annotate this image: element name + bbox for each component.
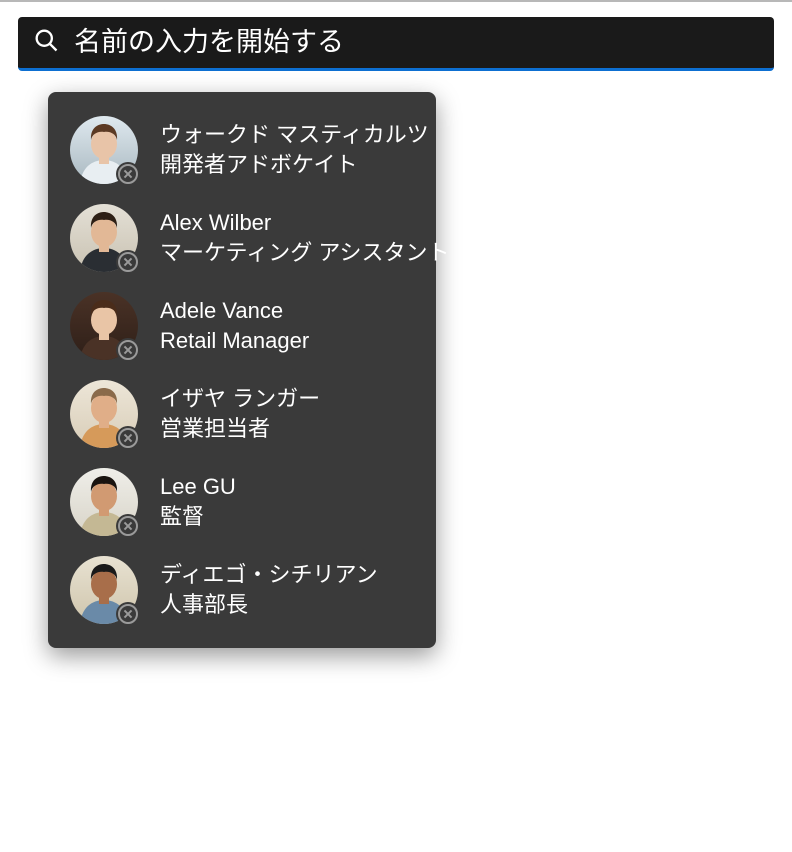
avatar <box>70 116 138 184</box>
person-role: 開発者アドボケイト <box>160 150 418 180</box>
person-role: Retail Manager <box>160 326 309 356</box>
people-picker-item[interactable]: Lee GU 監督 <box>48 458 436 546</box>
presence-offline-icon <box>116 426 140 450</box>
people-picker-item[interactable]: ディエゴ・シチリアン 人事部長 <box>48 546 436 634</box>
person-name: ディエゴ・シチリアン <box>160 560 378 590</box>
people-picker-item[interactable]: ウォークド マスティカルツ 開発者アドボケイト <box>48 106 436 194</box>
person-role: マーケティング アシスタント <box>160 238 418 268</box>
person-name: Adele Vance <box>160 296 309 326</box>
top-divider <box>0 0 792 2</box>
presence-offline-icon <box>116 514 140 538</box>
avatar <box>70 204 138 272</box>
avatar <box>70 292 138 360</box>
avatar <box>70 468 138 536</box>
person-name: Alex Wilber <box>160 208 418 238</box>
person-role: 営業担当者 <box>160 414 320 444</box>
avatar <box>70 380 138 448</box>
person-name: Lee GU <box>160 472 236 502</box>
person-role: 人事部長 <box>160 590 378 620</box>
presence-offline-icon <box>116 338 140 362</box>
presence-offline-icon <box>116 162 140 186</box>
people-picker-item[interactable]: Alex Wilber マーケティング アシスタント <box>48 194 436 282</box>
search-bar[interactable] <box>18 17 774 71</box>
people-dropdown: ウォークド マスティカルツ 開発者アドボケイト Alex Wilber マーケテ… <box>48 92 436 648</box>
person-name: イザヤ ランガー <box>160 384 320 414</box>
presence-offline-icon <box>116 250 140 274</box>
person-role: 監督 <box>160 502 236 532</box>
presence-offline-icon <box>116 602 140 626</box>
people-picker-item[interactable]: Adele Vance Retail Manager <box>48 282 436 370</box>
people-picker-item[interactable]: イザヤ ランガー 営業担当者 <box>48 370 436 458</box>
search-input[interactable] <box>60 27 760 58</box>
person-name: ウォークド マスティカルツ <box>160 120 418 150</box>
avatar <box>70 556 138 624</box>
search-icon <box>32 26 60 59</box>
